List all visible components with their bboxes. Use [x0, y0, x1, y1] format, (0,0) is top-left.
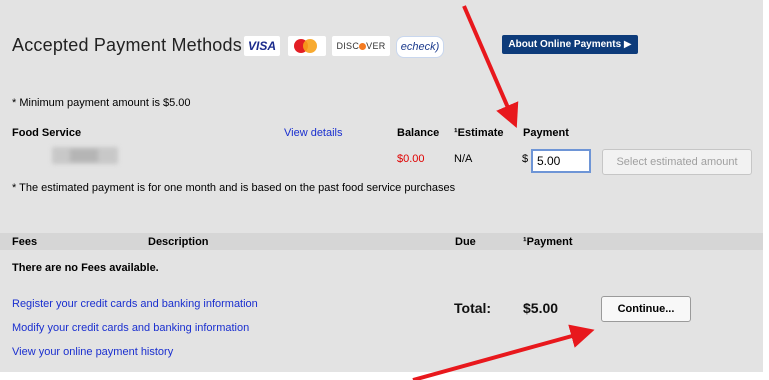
due-header: Due	[455, 236, 476, 248]
payment-amount-input[interactable]: 5.00	[531, 149, 591, 173]
no-fees-message: There are no Fees available.	[12, 262, 159, 274]
register-cards-link[interactable]: Register your credit cards and banking i…	[12, 298, 258, 310]
mastercard-logo	[288, 36, 326, 56]
fees-header: Fees	[12, 236, 38, 248]
visa-logo: VISA	[244, 36, 280, 56]
continue-button[interactable]: Continue...	[601, 296, 691, 322]
mastercard-orange-circle-icon	[303, 39, 317, 53]
redacted-student-name	[52, 147, 118, 164]
food-service-header: Food Service	[12, 127, 82, 139]
discover-logo-text: DISC	[336, 41, 360, 51]
echeck-logo: echeck)	[396, 36, 444, 58]
balance-value: $0.00	[397, 153, 425, 165]
minimum-amount-note: * Minimum payment amount is $5.00	[12, 97, 191, 109]
payment-history-link[interactable]: View your online payment history	[12, 346, 173, 358]
description-header: Description	[148, 236, 209, 248]
estimate-header: ¹Estimate	[454, 127, 504, 139]
currency-symbol: $	[522, 153, 529, 165]
fees-payment-header: ¹Payment	[523, 236, 573, 248]
estimate-value: N/A	[454, 153, 473, 165]
total-value: $5.00	[523, 300, 559, 316]
balance-header: Balance	[397, 127, 440, 139]
discover-logo-text-tail: VER	[366, 41, 386, 51]
select-estimated-amount-button[interactable]: Select estimated amount	[602, 149, 752, 175]
total-label: Total:	[454, 300, 492, 316]
page-title: Accepted Payment Methods	[12, 35, 242, 55]
about-online-payments-button[interactable]: About Online Payments ▶	[502, 35, 638, 54]
modify-cards-link[interactable]: Modify your credit cards and banking inf…	[12, 322, 249, 334]
payment-panel: Accepted Payment Methods VISA DISC VER ec…	[0, 0, 763, 372]
discover-logo: DISC VER	[332, 36, 390, 56]
fees-header-row	[0, 233, 763, 250]
estimate-note: * The estimated payment is for one month…	[12, 182, 456, 194]
payment-header: Payment	[523, 127, 569, 139]
view-details-link[interactable]: View details	[284, 127, 343, 139]
